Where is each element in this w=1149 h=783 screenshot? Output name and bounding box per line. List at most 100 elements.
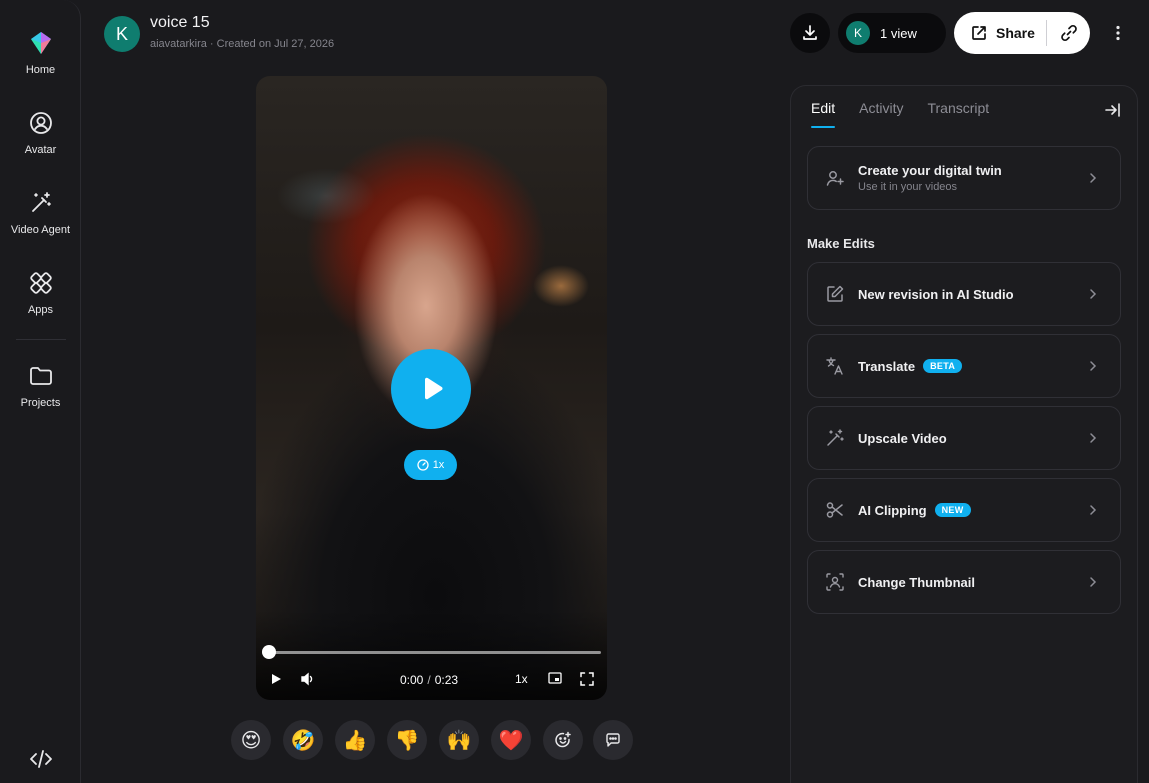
apps-icon [29,272,52,294]
upscale-video-label: Upscale Video [858,430,947,446]
edit-icon [824,283,846,305]
reaction-rofl[interactable]: 🤣 [283,720,323,760]
upscale-video-card[interactable]: Upscale Video [807,406,1121,470]
digital-twin-label: Create your digital twin [858,163,1002,178]
sidebar-item-projects[interactable]: Projects [0,363,81,409]
more-options-button[interactable] [1106,20,1130,46]
share-group: Share [954,12,1090,54]
folder-icon [29,367,52,385]
current-time: 0:00 [400,673,424,687]
change-thumbnail-label: Change Thumbnail [858,574,975,590]
time-display: 0:00/0:23 [400,673,458,687]
play-overlay-button[interactable] [391,349,471,429]
panel-tabs: Edit Activity Transcript [811,100,989,128]
total-time: 0:23 [434,673,459,687]
avatar-icon [29,112,52,134]
sidebar-item-label: Projects [20,397,61,409]
share-button[interactable]: Share [954,24,1046,42]
sidebar-item-code[interactable] [0,746,81,780]
progress-bar[interactable] [268,651,601,654]
time-separator: / [427,673,431,687]
owner-name: aiavatarkira [150,38,207,50]
sidebar-item-label: Avatar [24,144,57,156]
ai-clipping-label: AI Clipping [858,502,927,518]
video-meta: aiavatarkira · Created on Jul 27, 2026 [150,38,334,50]
add-reaction-button[interactable] [543,720,583,760]
volume-button[interactable] [300,672,316,686]
ai-clipping-card[interactable]: AI Clipping NEW [807,478,1121,542]
share-label: Share [996,25,1035,41]
magic-wand-icon [31,192,51,212]
sidebar-item-label: Home [25,64,56,76]
digital-twin-card[interactable]: Create your digital twin Use it in your … [807,146,1121,210]
comment-button[interactable] [593,720,633,760]
speed-pill-label: 1x [432,459,445,471]
video-title[interactable]: voice 15 [150,14,210,32]
download-button[interactable] [790,13,830,53]
reaction-thumbs-up[interactable]: 👍 [335,720,375,760]
logo-icon [30,32,51,54]
translate-label: Translate [858,358,916,374]
change-thumbnail-card[interactable]: Change Thumbnail [807,550,1121,614]
collapse-panel-icon[interactable] [1103,100,1123,120]
volume-icon [301,672,313,686]
sidebar-item-apps[interactable]: Apps [0,270,81,316]
fullscreen-button[interactable] [580,672,594,686]
meta-dot: · [209,38,217,50]
pip-icon [548,672,562,684]
translate-card[interactable]: Translate BETA [807,334,1121,398]
chevron-right-icon [1082,576,1104,588]
copy-link-button[interactable] [1047,23,1090,43]
speed-control-label: 1x [515,672,528,686]
sidebar-item-home[interactable]: Home [0,30,81,76]
sidebar-divider [16,339,66,340]
speed-control-button[interactable]: 1x [515,672,528,686]
tab-transcript[interactable]: Transcript [927,100,989,128]
make-edits-heading: Make Edits [807,236,875,251]
reaction-heart-eyes[interactable]: 😍 [231,720,271,760]
video-player[interactable]: 1x 0:00/0:23 1x [256,76,607,700]
code-icon [29,750,52,768]
picture-in-picture-button[interactable] [548,672,562,684]
digital-twin-sub: Use it in your videos [858,181,958,193]
speedometer-icon [417,459,429,471]
owner-avatar[interactable]: K [104,16,140,52]
play-button[interactable] [269,672,283,686]
comment-icon [606,733,620,747]
tab-activity[interactable]: Activity [859,100,903,128]
link-icon [1060,24,1077,42]
tab-edit[interactable]: Edit [811,100,836,128]
views-count: 1 view [880,25,917,41]
chevron-right-icon [1082,360,1104,372]
edit-panel: Edit Activity Transcript Create your dig… [790,85,1138,783]
thumbnail-icon [824,571,846,593]
created-date: Created on Jul 27, 2026 [216,38,335,50]
fullscreen-icon [580,672,594,686]
chevron-right-icon [1082,504,1104,516]
translate-icon [824,355,846,377]
sidebar-item-avatar[interactable]: Avatar [0,110,81,156]
more-vertical-icon [1116,25,1120,41]
reaction-raised-hands[interactable]: 🙌 [439,720,479,760]
sidebar-item-label: Apps [27,304,54,316]
magic-wand-icon [824,427,846,449]
new-revision-label: New revision in AI Studio [858,286,1014,302]
chevron-right-icon [1082,432,1104,444]
sidebar-item-video-agent[interactable]: Video Agent [0,190,81,236]
scissors-icon [824,499,846,521]
reaction-thumbs-down[interactable]: 👎 [387,720,427,760]
progress-handle[interactable] [262,645,276,659]
download-icon [803,25,817,40]
beta-badge: BETA [923,359,963,373]
play-icon [425,377,443,400]
chevron-right-icon [1082,288,1104,300]
chevron-right-icon [1082,172,1104,184]
views-button[interactable]: K 1 view [838,13,946,53]
playback-speed-pill[interactable]: 1x [404,450,457,480]
viewer-avatar: K [846,21,870,45]
new-badge: NEW [934,503,971,517]
external-share-icon [972,26,986,40]
reaction-heart[interactable]: ❤️ [491,720,531,760]
new-revision-card[interactable]: New revision in AI Studio [807,262,1121,326]
play-icon [272,674,281,684]
